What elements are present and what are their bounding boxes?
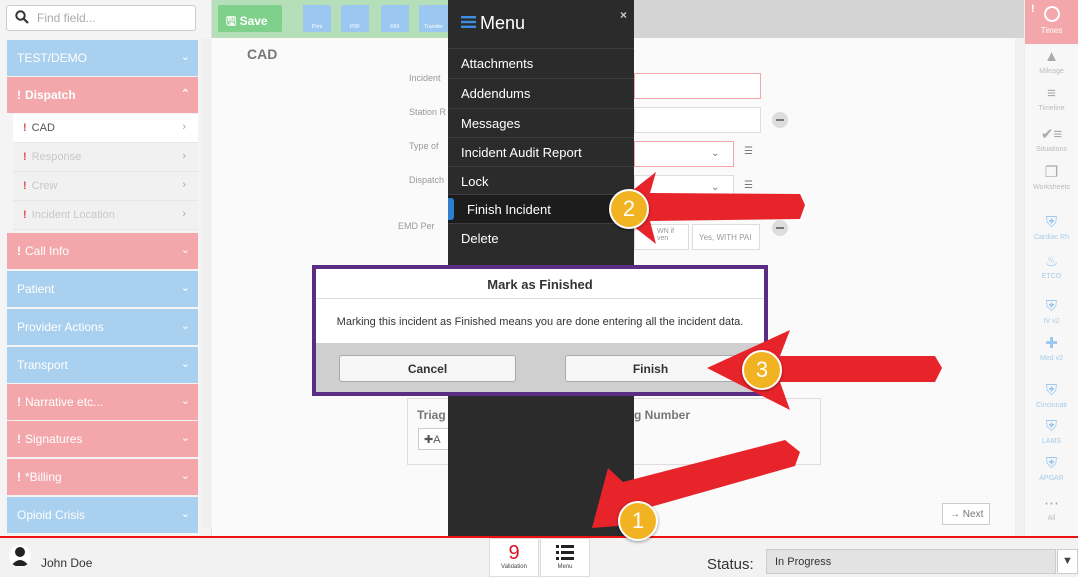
annotation-arrows <box>592 172 942 528</box>
annotation-badge-1: 1 <box>618 501 658 541</box>
annotation-badge-3: 3 <box>742 350 782 390</box>
annotation-badge-2: 2 <box>609 189 649 229</box>
